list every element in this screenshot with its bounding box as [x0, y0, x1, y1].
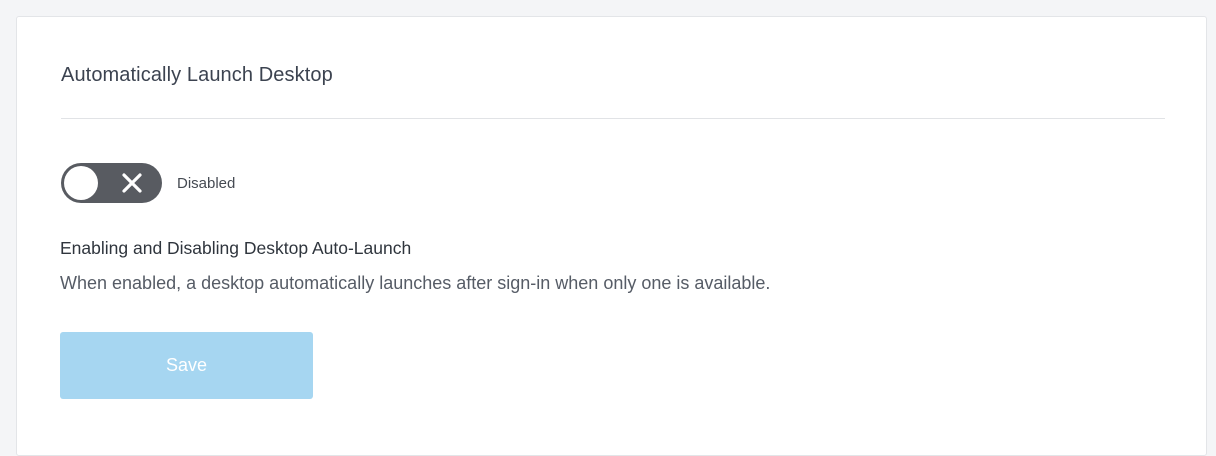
toggle-knob	[64, 166, 98, 200]
toggle-state-label: Disabled	[177, 174, 236, 192]
card-title: Automatically Launch Desktop	[61, 64, 333, 86]
auto-launch-toggle[interactable]	[61, 163, 162, 203]
settings-card: Automatically Launch Desktop Disabled En…	[16, 16, 1207, 456]
close-icon	[122, 173, 142, 193]
save-button[interactable]: Save	[60, 332, 313, 399]
description-heading: Enabling and Disabling Desktop Auto-Laun…	[60, 238, 412, 258]
description-text: When enabled, a desktop automatically la…	[60, 273, 771, 293]
auto-launch-toggle-row: Disabled	[61, 163, 235, 203]
title-divider	[61, 118, 1165, 119]
